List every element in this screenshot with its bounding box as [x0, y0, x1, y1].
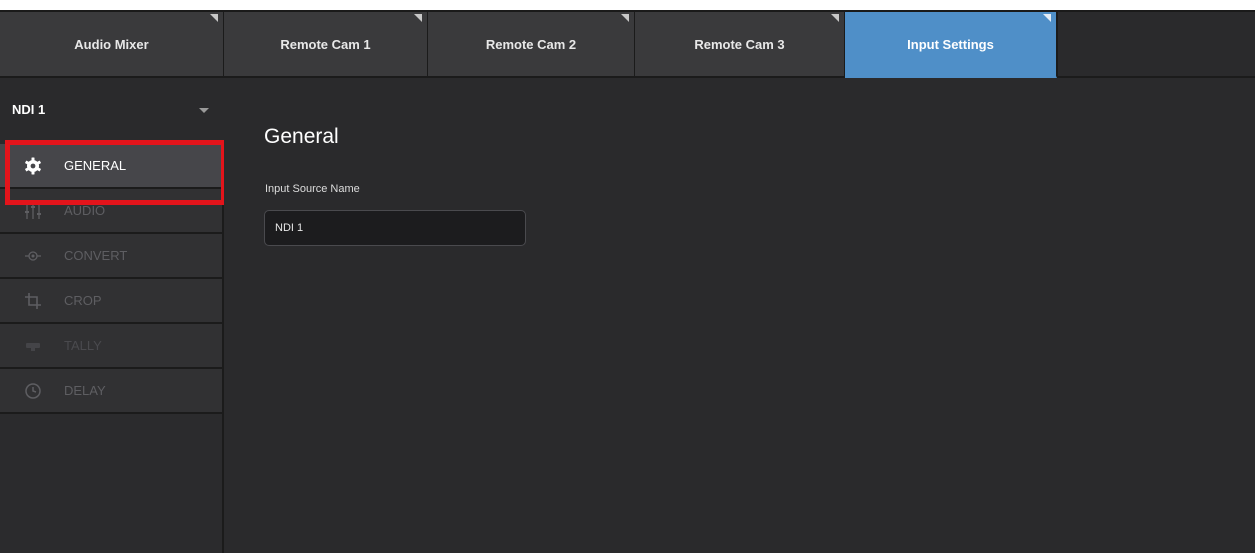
convert-icon [22, 245, 44, 267]
tab-audio-mixer[interactable]: Audio Mixer [0, 12, 224, 78]
crop-icon [22, 290, 44, 312]
tab-label: Remote Cam 2 [485, 36, 577, 52]
tab-label: Audio Mixer [74, 36, 149, 52]
sidebar-item-crop[interactable]: CROP [0, 279, 222, 324]
sidebar-item-delay[interactable]: DELAY [0, 369, 222, 414]
sidebar-item-convert[interactable]: CONVERT [0, 234, 222, 279]
sidebar-item-label: GENERAL [64, 158, 127, 173]
tab-remote-cam-1[interactable]: Remote Cam 1 [224, 12, 428, 78]
gear-icon [22, 155, 44, 177]
tab-corner-icon[interactable] [414, 14, 422, 22]
settings-nav: GENERAL AUDIO CONVERT CROP TALLY DELAY [0, 144, 222, 414]
app-window: Audio Mixer Remote Cam 1 Remote Cam 2 Re… [0, 10, 1255, 553]
section-title: General [264, 125, 339, 148]
tab-corner-icon[interactable] [1043, 14, 1051, 22]
input-source-dropdown-value: NDI 1 [12, 102, 46, 117]
sidebar-item-label: AUDIO [64, 203, 106, 218]
tab-label: Remote Cam 3 [694, 36, 785, 52]
tab-corner-icon[interactable] [210, 14, 218, 22]
sidebar-item-label: DELAY [64, 383, 106, 398]
tab-remote-cam-3[interactable]: Remote Cam 3 [635, 12, 845, 78]
audio-sliders-icon [22, 200, 44, 222]
tab-remote-cam-2[interactable]: Remote Cam 2 [428, 12, 635, 78]
tab-corner-icon[interactable] [831, 14, 839, 22]
sidebar-item-audio[interactable]: AUDIO [0, 189, 222, 234]
tab-label: Input Settings [907, 36, 994, 52]
input-source-name-field[interactable] [264, 210, 526, 246]
tab-input-settings[interactable]: Input Settings [845, 12, 1057, 78]
sidebar-item-tally[interactable]: TALLY [0, 324, 222, 369]
sidebar-item-general[interactable]: GENERAL [0, 144, 222, 189]
tab-bar: Audio Mixer Remote Cam 1 Remote Cam 2 Re… [0, 12, 1255, 78]
settings-content: General Input Source Name [224, 78, 1255, 553]
tab-bar-empty-area [1057, 12, 1255, 78]
sidebar-item-label: CONVERT [64, 248, 128, 263]
tab-label: Remote Cam 1 [280, 36, 371, 52]
input-source-name-label: Input Source Name [265, 183, 360, 195]
input-source-dropdown[interactable]: NDI 1 [0, 78, 224, 144]
tab-corner-icon[interactable] [621, 14, 629, 22]
sidebar-item-label: CROP [64, 293, 102, 308]
sidebar-item-label: TALLY [64, 338, 102, 353]
clock-icon [22, 380, 44, 402]
settings-sidebar: NDI 1 GENERAL AUDIO CONVERT CROP TALLY D… [0, 78, 226, 553]
tally-icon [22, 335, 44, 357]
chevron-down-icon [199, 108, 209, 113]
